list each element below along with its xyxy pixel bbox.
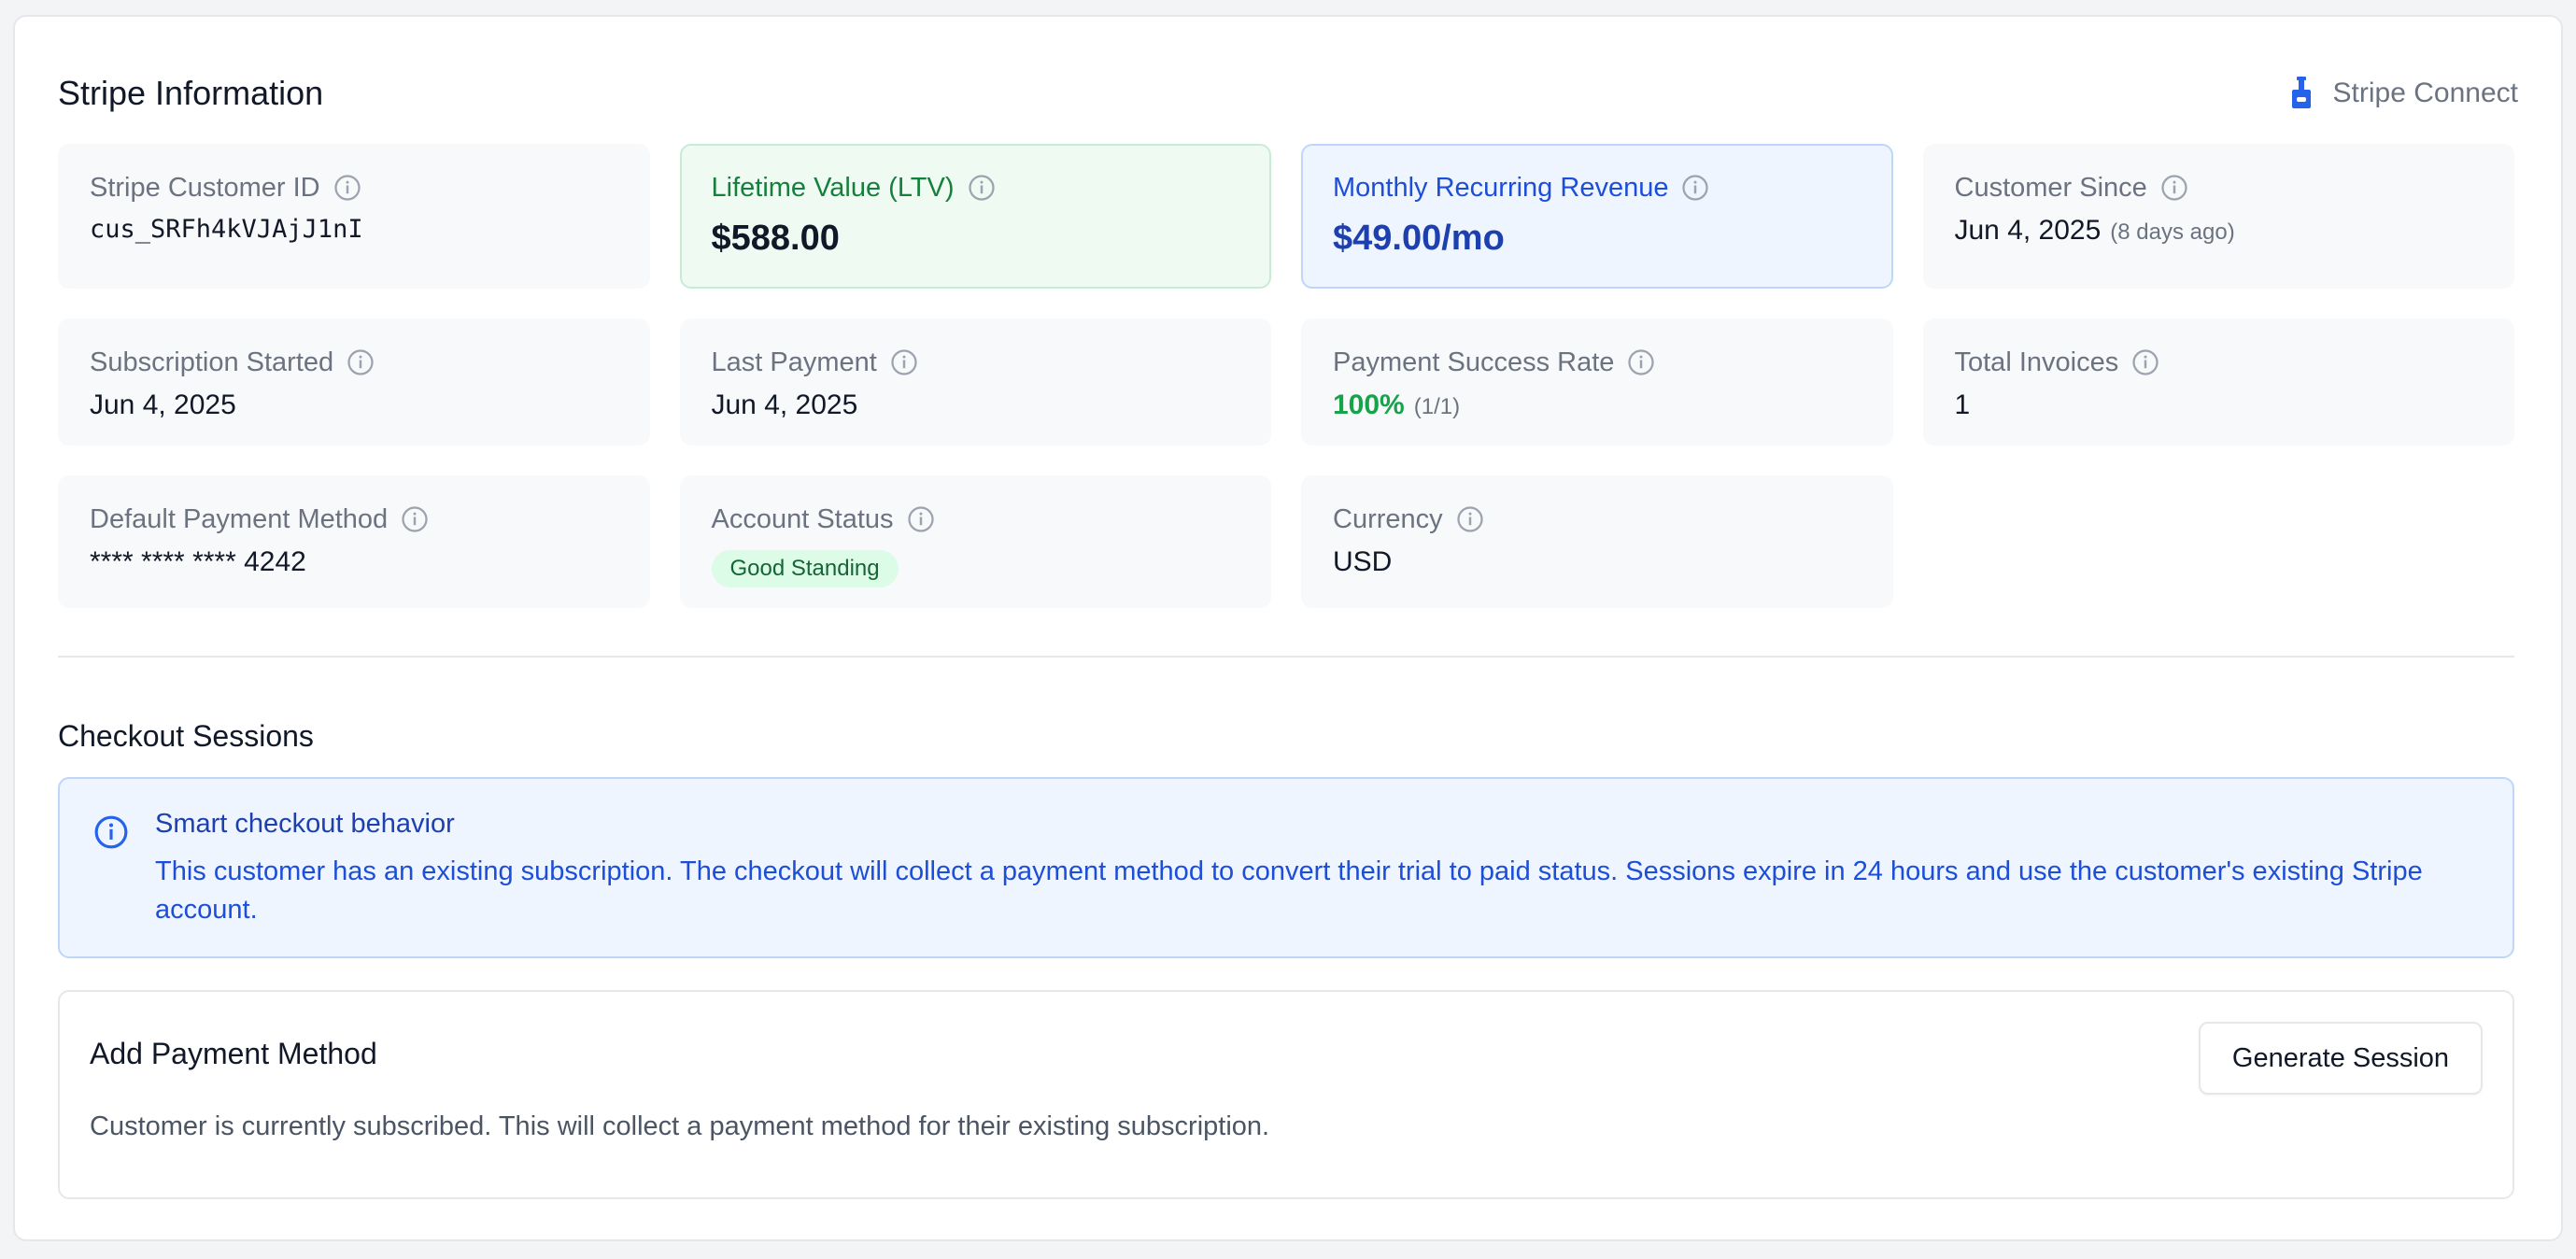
stripe-info-grid: Stripe Customer ID cus_SRFh4kVJAjJ1nI Li…	[58, 144, 2514, 638]
info-icon[interactable]	[333, 174, 361, 202]
add-payment-method-description: Customer is currently subscribed. This w…	[90, 1111, 1270, 1141]
card-label: Subscription Started	[90, 345, 618, 380]
currency-label: Currency	[1333, 503, 1443, 534]
card-label: Payment Success Rate	[1333, 345, 1861, 380]
ltv-label: Lifetime Value (LTV)	[711, 172, 955, 203]
alert-text: This customer has an existing subscripti…	[155, 856, 2423, 925]
panel-header: Stripe Information Stripe Connect	[58, 65, 2518, 121]
card-label: Total Invoices	[1955, 345, 2484, 380]
info-row: Stripe Customer ID cus_SRFh4kVJAjJ1nI Li…	[58, 144, 2514, 289]
ltv-card: Lifetime Value (LTV) $588.00	[679, 144, 1271, 289]
mrr-card: Monthly Recurring Revenue $49.00/mo	[1301, 144, 1893, 289]
customer-id-card: Stripe Customer ID cus_SRFh4kVJAjJ1nI	[58, 144, 650, 289]
last-payment-card: Last Payment Jun 4, 2025	[679, 318, 1271, 446]
subscription-started-value: Jun 4, 2025	[90, 389, 236, 420]
stripe-connect-label: Stripe Connect	[2332, 78, 2518, 108]
ltv-value: $588.00	[711, 219, 840, 258]
last-payment-value: Jun 4, 2025	[711, 389, 858, 420]
success-rate-ratio: (1/1)	[1413, 394, 1461, 419]
generate-session-button[interactable]: Generate Session	[2199, 1022, 2483, 1095]
info-icon[interactable]	[1681, 174, 1709, 202]
stripe-connect-icon	[2291, 77, 2311, 108]
info-icon[interactable]	[347, 348, 375, 376]
add-payment-method-title: Add Payment Method	[90, 1037, 377, 1070]
account-status-card: Account Status Good Standing	[679, 475, 1271, 608]
card-label: Customer Since	[1955, 170, 2484, 205]
alert-content: Smart checkout behavior This customer ha…	[155, 809, 2479, 927]
customer-since-date: Jun 4, 2025	[1954, 215, 2102, 246]
customer-since-relative: (8 days ago)	[2110, 219, 2235, 245]
add-payment-method-card: Add Payment Method Customer is currently…	[58, 990, 2514, 1199]
card-label: Currency	[1333, 502, 1861, 537]
info-icon[interactable]	[968, 174, 996, 202]
total-invoices-label: Total Invoices	[1954, 347, 2119, 377]
info-icon[interactable]	[401, 505, 429, 533]
last-payment-label: Last Payment	[711, 347, 877, 377]
empty-cell	[1923, 475, 2515, 608]
currency-value: USD	[1333, 546, 1393, 577]
payment-method-value: **** **** **** 4242	[90, 546, 306, 577]
customer-since-label: Customer Since	[1954, 172, 2147, 203]
alert-title: Smart checkout behavior	[155, 809, 455, 839]
mrr-value: $49.00/mo	[1333, 219, 1505, 258]
currency-card: Currency USD	[1301, 475, 1893, 608]
customer-id-label: Stripe Customer ID	[90, 172, 320, 203]
info-icon[interactable]	[2160, 174, 2188, 202]
status-badge: Good Standing	[711, 550, 899, 587]
info-row: Default Payment Method **** **** **** 42…	[58, 475, 2514, 608]
card-label: Last Payment	[712, 345, 1240, 380]
card-label: Account Status	[712, 502, 1240, 537]
card-label: Stripe Customer ID	[90, 170, 618, 205]
info-circle-icon	[94, 815, 128, 849]
info-icon[interactable]	[890, 348, 918, 376]
subscription-started-card: Subscription Started Jun 4, 2025	[58, 318, 650, 446]
customer-id-value: cus_SRFh4kVJAjJ1nI	[90, 215, 363, 244]
checkout-sessions-title: Checkout Sessions	[58, 719, 314, 753]
customer-since-card: Customer Since Jun 4, 2025 (8 days ago)	[1922, 144, 2514, 289]
stripe-connect-link[interactable]: Stripe Connect	[2288, 77, 2518, 110]
info-row: Subscription Started Jun 4, 2025 Last Pa…	[58, 318, 2514, 446]
card-label: Default Payment Method	[90, 502, 618, 537]
stripe-information-panel: Stripe Information Stripe Connect Stripe…	[13, 15, 2563, 1241]
card-label: Lifetime Value (LTV)	[712, 170, 1240, 205]
total-invoices-card: Total Invoices 1	[1922, 318, 2514, 446]
card-label: Monthly Recurring Revenue	[1333, 170, 1861, 205]
success-rate-card: Payment Success Rate 100% (1/1)	[1301, 318, 1893, 446]
mrr-label: Monthly Recurring Revenue	[1333, 172, 1669, 203]
success-rate-percent: 100%	[1333, 389, 1405, 420]
payment-method-card: Default Payment Method **** **** **** 42…	[58, 475, 650, 608]
panel-title: Stripe Information	[58, 74, 324, 112]
section-divider	[58, 656, 2514, 658]
info-icon[interactable]	[1456, 505, 1484, 533]
subscription-started-label: Subscription Started	[90, 347, 334, 377]
success-rate-label: Payment Success Rate	[1333, 347, 1615, 377]
info-icon[interactable]	[1627, 348, 1655, 376]
total-invoices-value: 1	[1954, 389, 1971, 420]
account-status-label: Account Status	[711, 503, 894, 534]
info-icon[interactable]	[907, 505, 935, 533]
success-rate-value: 100% (1/1)	[1333, 389, 1861, 421]
customer-since-value: Jun 4, 2025 (8 days ago)	[1955, 215, 2484, 247]
smart-checkout-alert: Smart checkout behavior This customer ha…	[58, 777, 2514, 958]
payment-method-label: Default Payment Method	[90, 503, 389, 534]
info-icon[interactable]	[2131, 348, 2159, 376]
